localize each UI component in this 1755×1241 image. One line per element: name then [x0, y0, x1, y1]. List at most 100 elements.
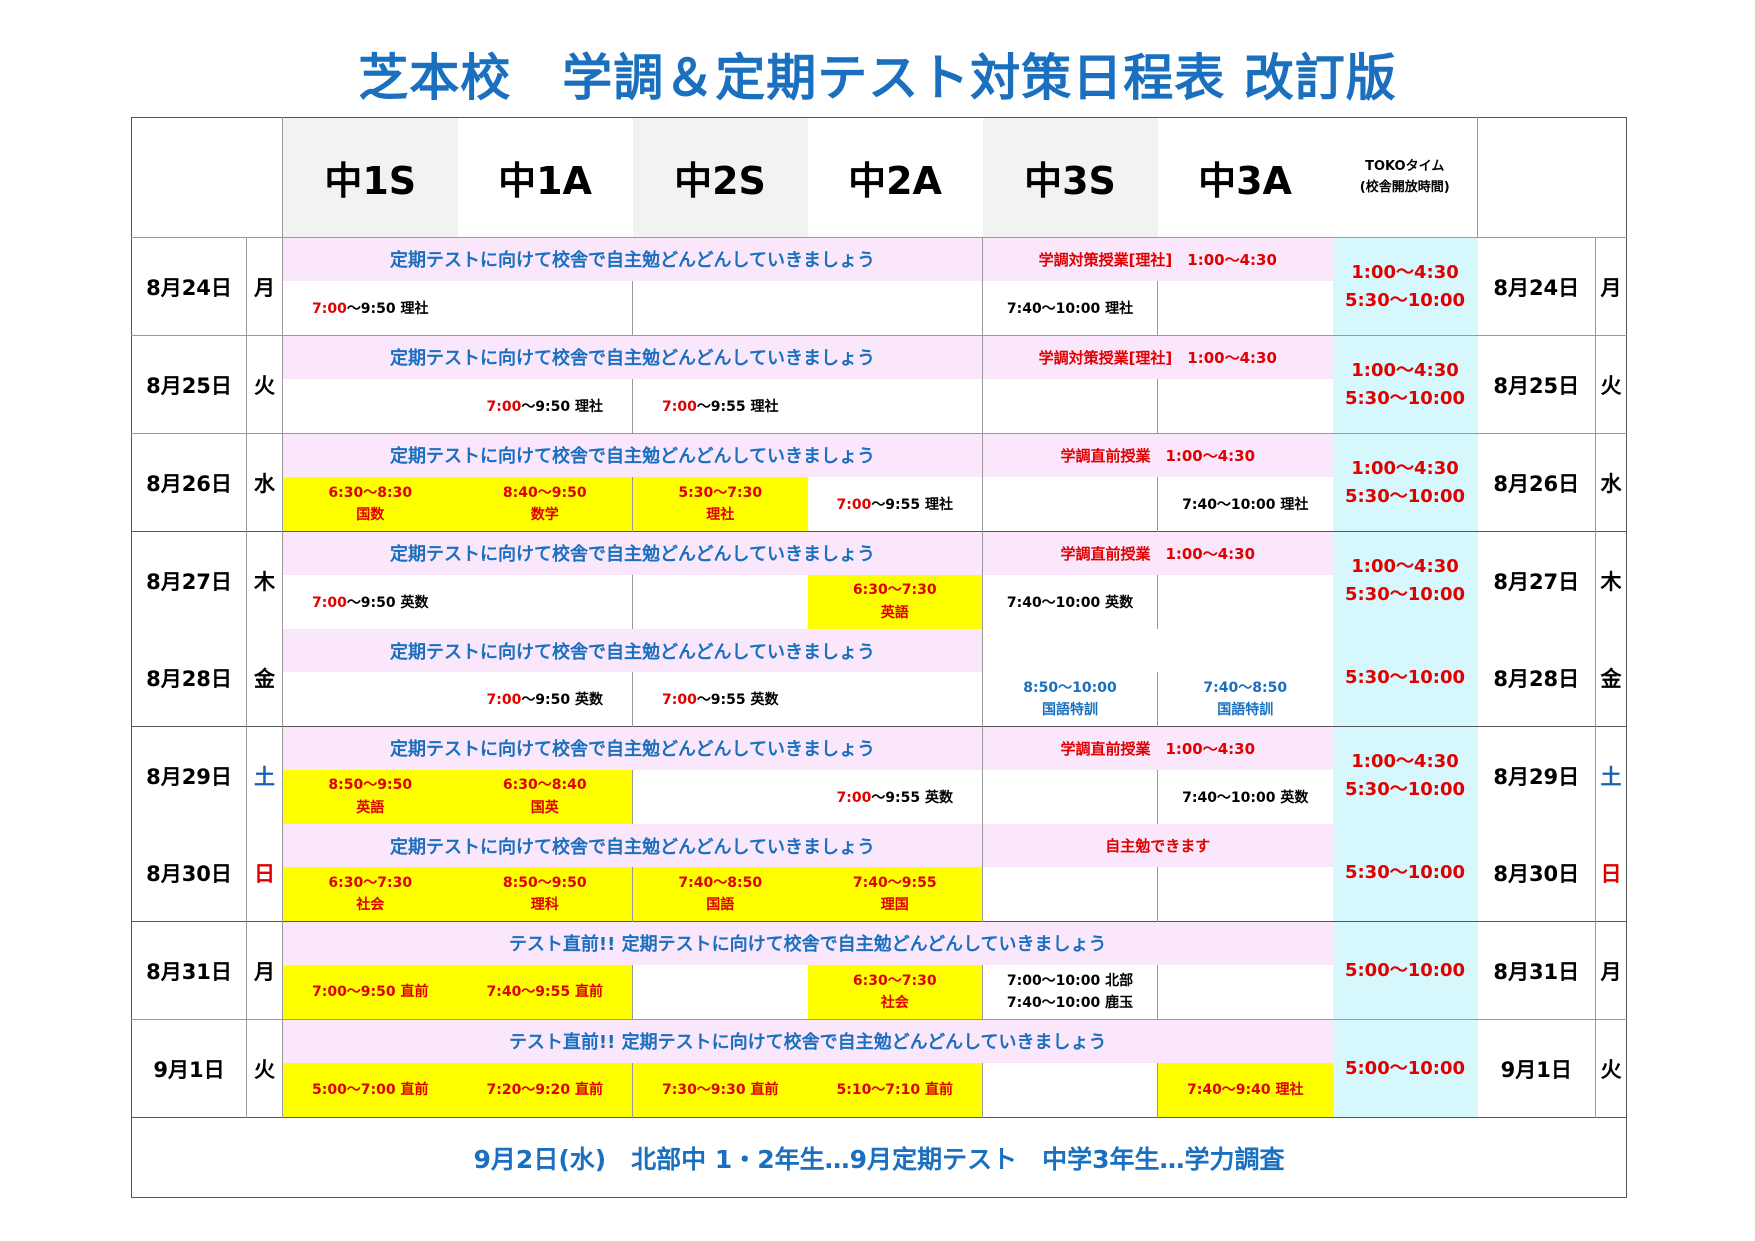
session-cell: 7:00～9:55 理社 — [632, 378, 808, 434]
lesson-banner: 学調直前授業 1:00～4:30 — [982, 725, 1333, 770]
empty-cell — [282, 672, 458, 727]
session-cell: 7:00～9:50 理社 — [486, 398, 604, 415]
empty-cell — [982, 476, 1158, 532]
date-cell-right: 8月29日 — [1477, 726, 1596, 824]
weekday-cell-right: 月 — [1595, 921, 1627, 1020]
special-session-cell: 6:30～7:30 社会 — [807, 964, 983, 1020]
header-class-1a: 中1A — [498, 159, 592, 203]
special-session-cell: 7:20～9:20 直前 — [457, 1062, 633, 1118]
date-cell-right: 8月25日 — [1493, 373, 1580, 398]
empty-cell — [808, 672, 983, 726]
lesson-banner: 学調対策授業[理社] 1:00～4:30 — [982, 335, 1333, 379]
self-study-banner: 定期テストに向けて校舎で自主勉どんどんしていきましょう — [282, 725, 983, 770]
special-session-cell: 8:50～9:50 理科 — [457, 867, 633, 922]
special-session-cell: 6:30～7:30 社会 — [282, 867, 458, 922]
date-cell-right: 9月1日 — [1500, 1057, 1572, 1082]
toko-hours: 1:00～4:30 5:30～10:00 — [1332, 237, 1478, 336]
date-cell-right: 8月31日 — [1477, 921, 1596, 1020]
empty-cell — [1157, 867, 1333, 922]
weekday-cell: 月 — [246, 921, 283, 1020]
final-study-banner: テスト直前!! 定期テストに向けて校舎で自主勉どんどんしていきましょう — [282, 1019, 1333, 1063]
date-cell: 8月29日 — [131, 726, 247, 824]
empty-cell — [1157, 378, 1333, 434]
empty-banner — [982, 629, 1333, 673]
weekday-cell-right: 金 — [1595, 629, 1627, 727]
weekday-cell-right-sunday: 日 — [1595, 824, 1627, 922]
self-study-banner: 定期テストに向けて校舎で自主勉どんどんしていきましょう — [282, 824, 983, 868]
weekday-cell-saturday: 土 — [246, 726, 283, 824]
session-cell: 7:00～10:00 北部 7:40～10:00 鹿玉 — [982, 964, 1158, 1020]
special-session-cell: 7:40～9:55 理国 — [807, 867, 983, 922]
header-class-2s: 中2S — [632, 117, 808, 238]
weekday-cell-right-saturday: 土 — [1595, 726, 1627, 824]
empty-cell — [632, 769, 808, 824]
empty-cell — [1157, 964, 1333, 1020]
date-cell: 8月28日 — [146, 666, 232, 691]
weekday-cell: 金 — [246, 629, 283, 727]
empty-cell — [632, 280, 808, 336]
weekday-cell: 水 — [246, 433, 283, 532]
session-cell: 7:00～9:50 英数 — [486, 692, 604, 709]
special-session-cell: 7:40～8:50 国語 — [632, 867, 808, 922]
weekday-cell: 火 — [246, 335, 283, 434]
empty-cell — [982, 867, 1158, 922]
empty-cell — [282, 378, 458, 434]
lesson-banner: 学調対策授業[理社] 1:00～4:30 — [982, 237, 1333, 281]
self-study-banner: 定期テストに向けて校舎で自主勉どんどんしていきましょう — [282, 530, 983, 575]
toko-label: TOKOタイム — [1365, 158, 1445, 174]
special-session-cell: 6:30～8:30 国数 — [282, 476, 458, 532]
special-session-cell: 7:30～9:30 直前 — [632, 1062, 808, 1118]
empty-cell — [1157, 280, 1333, 336]
special-session-cell: 6:30～7:30 英語 — [807, 574, 983, 629]
self-study-banner: 定期テストに向けて校舎で自主勉どんどんしていきましょう — [282, 237, 983, 281]
header-class-2a: 中2A — [848, 159, 942, 203]
special-session-cell: 6:30～8:40 国英 — [457, 769, 633, 824]
session-cell: 7:00～9:50 英数 — [282, 574, 458, 629]
empty-cell — [808, 379, 983, 434]
self-study-banner: 定期テストに向けて校舎で自主勉どんどんしていきましょう — [282, 433, 983, 477]
toko-hours: 5:00～10:00 — [1332, 1019, 1478, 1118]
session-cell: 7:40～10:00 理社 — [1157, 476, 1333, 532]
empty-cell — [808, 281, 983, 336]
weekday-cell-right: 火 — [1595, 335, 1627, 434]
self-study-banner: 定期テストに向けて校舎で自主勉どんどんしていきましょう — [282, 335, 983, 379]
date-cell: 8月25日 — [146, 373, 232, 398]
date-cell: 8月30日 — [146, 861, 232, 886]
special-session-cell: 5:30～7:30 理社 — [632, 476, 808, 532]
final-study-banner: テスト直前!! 定期テストに向けて校舎で自主勉どんどんしていきましょう — [282, 920, 1333, 965]
empty-cell — [1157, 574, 1333, 629]
header-corner — [132, 118, 283, 238]
toko-hours: 1:00～4:30 5:30～10:00 — [1332, 726, 1478, 824]
schedule-table: 中1S 中1A 中2S 中2A 中3S 中3A TOKOタイム (校舎開放時間)… — [131, 117, 1627, 1198]
session-cell: 7:00～9:50 理社 — [282, 280, 458, 336]
special-session-cell: 8:40～9:50 数学 — [457, 476, 633, 532]
weekday-cell-right: 月 — [1595, 237, 1627, 336]
date-cell-right: 8月27日 — [1477, 531, 1596, 629]
toko-hours: 1:00～4:30 5:30～10:00 — [1332, 335, 1478, 434]
empty-cell — [632, 964, 808, 1020]
toko-hours: 5:30～10:00 — [1332, 629, 1478, 727]
lesson-banner: 学調直前授業 1:00～4:30 — [982, 433, 1333, 477]
date-cell-right: 8月26日 — [1493, 471, 1580, 496]
date-cell-right: 8月24日 — [1493, 275, 1580, 300]
date-cell: 8月31日 — [131, 921, 247, 1020]
date-cell: 8月26日 — [146, 471, 232, 496]
toko-hours: 1:00～4:30 5:30～10:00 — [1332, 531, 1478, 629]
special-session-cell: 8:50～10:00 国語特訓 — [982, 672, 1158, 727]
session-cell: 7:00～9:55 英数 — [836, 789, 954, 806]
weekday-cell-right: 火 — [1595, 1019, 1627, 1118]
toko-hours: 5:00～10:00 — [1332, 921, 1478, 1020]
header-class-3s: 中3S — [982, 117, 1158, 238]
toko-sublabel: (校舎開放時間) — [1359, 179, 1450, 195]
page-title: 芝本校 学調＆定期テスト対策日程表 改訂版 — [358, 49, 1397, 107]
special-session-cell: 7:40～8:50 国語特訓 — [1157, 672, 1333, 727]
empty-cell — [982, 1062, 1158, 1118]
toko-hours: 5:30～10:00 — [1332, 824, 1478, 922]
empty-cell — [458, 575, 633, 629]
header-class-3a: 中3A — [1198, 159, 1292, 203]
session-cell: 7:40～10:00 英数 — [982, 574, 1158, 629]
footer-note: 9月2日(水) 北部中 1・2年生…9月定期テスト 中学3年生…学力調査 — [131, 1117, 1627, 1198]
header-right-corner — [1477, 117, 1627, 238]
header-class-1s: 中1S — [282, 117, 458, 238]
empty-cell — [632, 574, 808, 629]
